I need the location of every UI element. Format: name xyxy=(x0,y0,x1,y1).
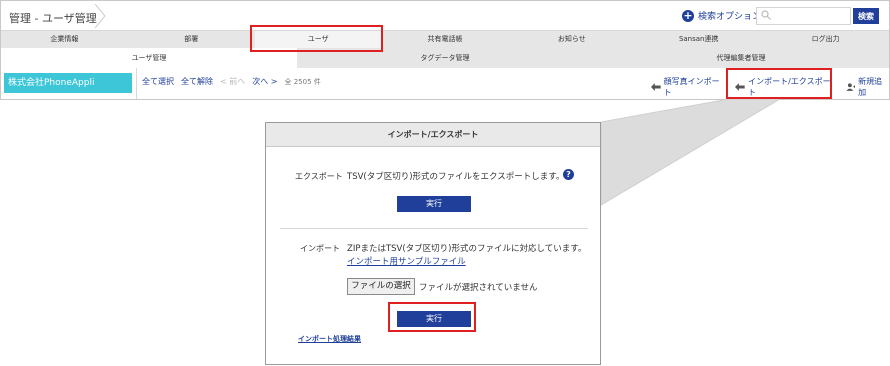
subtab-tag-data[interactable]: タグデータ管理 xyxy=(297,48,593,68)
company-item[interactable]: 株式会社PhoneAppli xyxy=(4,73,132,93)
import-export-label: インポート/エクスポート xyxy=(748,77,831,97)
export-description: TSV(タブ区切り)形式のファイルをエクスポートします。 xyxy=(347,172,565,182)
search-icon xyxy=(761,10,771,20)
help-icon[interactable]: ? xyxy=(563,169,574,180)
plus-circle-icon: + xyxy=(682,8,694,22)
tab-log-output[interactable]: ログ出力 xyxy=(762,31,889,48)
tab-notice[interactable]: お知らせ xyxy=(508,31,635,48)
import-label: インポート xyxy=(300,244,340,253)
export-label: エクスポート xyxy=(295,172,343,181)
tab-user[interactable]: ユーザ xyxy=(254,31,382,48)
action-bar: 顔写真インポート インポート/エクスポート 新規追加 xyxy=(651,76,889,98)
main-nav: 企業情報 部署 ユーザ 共有電話帳 お知らせ Sansan連携 ログ出力 xyxy=(1,31,889,48)
search-option-label: 検索オプション xyxy=(698,12,762,22)
tab-sansan[interactable]: Sansan連携 xyxy=(635,31,762,48)
file-status: ファイルが選択されていません xyxy=(419,283,538,293)
import-run-button[interactable]: 実行 xyxy=(397,311,471,327)
tab-department[interactable]: 部署 xyxy=(128,31,255,48)
file-choose-button[interactable]: ファイルの選択 xyxy=(347,278,415,295)
reply-arrow-icon xyxy=(651,83,661,91)
export-run-button[interactable]: 実行 xyxy=(397,196,471,212)
breadcrumb: 管理 - ユーザ管理 xyxy=(9,12,97,25)
app-window: 管理 - ユーザ管理 + 検索オプション 検索 企業情報 部署 ユーザ 共有電話… xyxy=(0,0,890,100)
add-user-icon xyxy=(845,83,856,91)
subtab-proxy-editor[interactable]: 代理編集者管理 xyxy=(593,48,889,68)
sidebar-divider xyxy=(136,68,137,99)
import-export-dialog: インポート/エクスポート エクスポート TSV(タブ区切り)形式のファイルをエク… xyxy=(265,122,601,365)
tab-company[interactable]: 企業情報 xyxy=(1,31,128,48)
section-divider xyxy=(280,228,588,229)
deselect-all-link[interactable]: 全て解除 xyxy=(181,76,213,87)
subtab-user-management[interactable]: ユーザ管理 xyxy=(1,48,297,68)
list-toolbar: 全て選択 全て解除 < 前へ 次へ > 全 2505 件 xyxy=(142,76,321,87)
next-page-link[interactable]: 次へ > xyxy=(252,76,277,87)
search-box[interactable] xyxy=(756,7,851,25)
import-export-button[interactable]: インポート/エクスポート xyxy=(735,76,835,98)
prev-page-link[interactable]: < 前へ xyxy=(220,76,245,87)
result-count: 全 2505 件 xyxy=(284,77,321,86)
page-header: 管理 - ユーザ管理 + 検索オプション 検索 xyxy=(1,1,889,31)
sample-file-link[interactable]: インポート用サンプルファイル xyxy=(347,255,466,267)
reply-arrow-icon xyxy=(735,83,746,91)
import-description: ZIPまたはTSV(タブ区切り)形式のファイルに対応しています。 xyxy=(347,244,587,254)
import-result-link[interactable]: インポート処理結果 xyxy=(298,334,361,344)
sub-nav: ユーザ管理 タグデータ管理 代理編集者管理 xyxy=(1,48,889,68)
search-option-button[interactable]: + 検索オプション xyxy=(682,9,761,22)
search-button[interactable]: 検索 xyxy=(853,8,879,24)
add-user-button[interactable]: 新規追加 xyxy=(845,76,890,98)
face-photo-import-button[interactable]: 顔写真インポート xyxy=(651,76,725,98)
dialog-title: インポート/エクスポート xyxy=(266,123,600,147)
breadcrumb-chevron-icon xyxy=(94,4,106,28)
tab-shared-phonebook[interactable]: 共有電話帳 xyxy=(382,31,509,48)
face-photo-import-label: 顔写真インポート xyxy=(663,77,720,97)
search-input[interactable] xyxy=(775,8,851,24)
select-all-link[interactable]: 全て選択 xyxy=(142,76,174,87)
add-user-label: 新規追加 xyxy=(858,77,883,97)
